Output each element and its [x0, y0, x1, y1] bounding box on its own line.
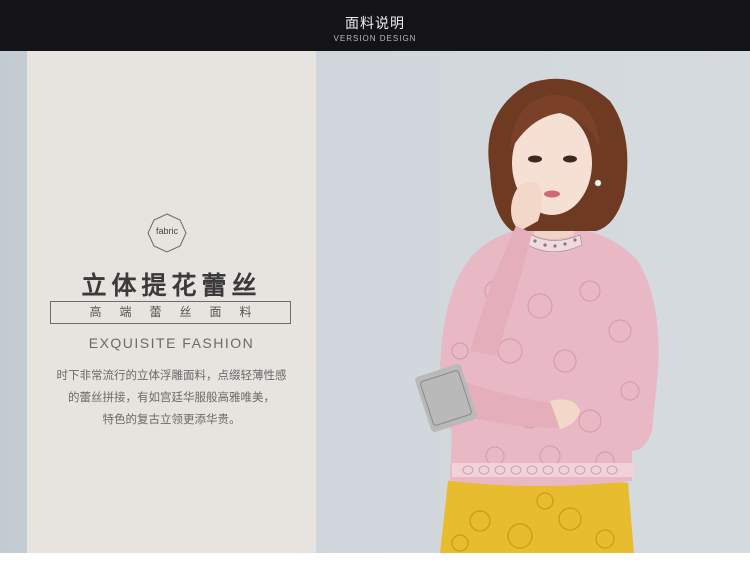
description-line: 的蕾丝拼接，有如宫廷华服般高雅唯美， [68, 390, 275, 404]
fabric-subheading: 高端蕾丝面料 [50, 301, 291, 324]
english-title: EXQUISITE FASHION [88, 335, 255, 351]
fabric-heading: 立体提花蕾丝 [81, 271, 262, 300]
model-photo [415, 78, 659, 553]
footer-strip [0, 553, 750, 562]
section-title: 面料说明 [345, 16, 405, 32]
description-line: 特色的复古立领更添华贵。 [102, 412, 241, 426]
badge-label: fabric [155, 226, 178, 236]
header-bar: 面料说明 VERSION DESIGN [0, 0, 750, 51]
section-subtitle: VERSION DESIGN [333, 34, 417, 43]
fabric-badge: fabric [146, 212, 188, 254]
description-line: 时下非常流行的立体浮雕面料，点缀轻薄性感 [56, 368, 287, 382]
fabric-description: 时下非常流行的立体浮雕面料，点缀轻薄性感 的蕾丝拼接，有如宫廷华服般高雅唯美， … [27, 364, 316, 430]
